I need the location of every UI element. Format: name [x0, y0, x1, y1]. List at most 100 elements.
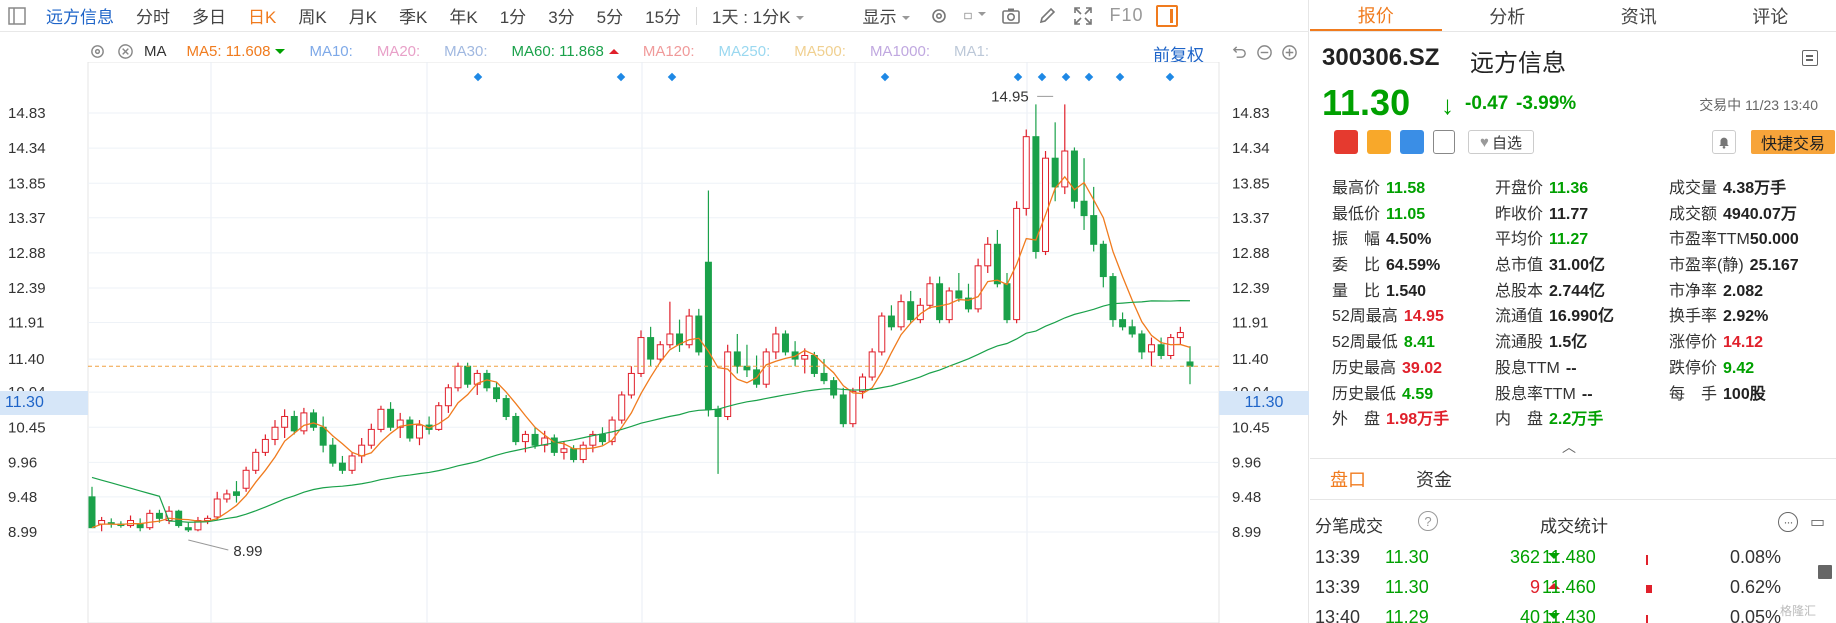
ma-close-icon[interactable]	[116, 42, 134, 60]
candle-body[interactable]	[907, 301, 915, 321]
candle-body[interactable]	[502, 398, 510, 417]
sidebar-toggle-icon[interactable]	[1155, 4, 1178, 27]
period-tab[interactable]: 分时	[125, 3, 181, 28]
candle-body[interactable]	[136, 523, 144, 529]
candle-body[interactable]	[213, 498, 221, 518]
candle-body[interactable]	[454, 365, 462, 389]
candle-body[interactable]	[772, 333, 780, 353]
candle-body[interactable]	[512, 415, 520, 443]
candle-body[interactable]	[406, 419, 414, 439]
ma-label[interactable]: MA	[144, 43, 167, 60]
candle-body[interactable]	[300, 412, 308, 432]
tag-icon[interactable]	[1400, 130, 1424, 154]
candle-body[interactable]	[1042, 157, 1050, 252]
display-dropdown[interactable]: 显示	[851, 3, 921, 28]
kline-chart[interactable]: 14.83 14.83 14.34 14.34 13.85 13.85 13.37 13.37…	[0, 62, 1309, 623]
candle-body[interactable]	[637, 337, 645, 374]
candle-body[interactable]	[830, 380, 838, 396]
candle-body[interactable]	[984, 243, 992, 267]
period-tab[interactable]: 5分	[586, 3, 634, 28]
notes-icon[interactable]	[1433, 130, 1455, 154]
candle-body[interactable]	[232, 491, 240, 496]
candle-body[interactable]	[261, 438, 269, 453]
candle-body[interactable]	[348, 455, 356, 471]
f10-button[interactable]: F10	[1109, 5, 1143, 26]
flash-news-icon[interactable]	[1367, 130, 1391, 154]
period-tab[interactable]: 1分	[489, 3, 537, 28]
candle-body[interactable]	[618, 394, 626, 421]
candle-body[interactable]	[1051, 157, 1059, 188]
period-tab[interactable]: 月K	[338, 3, 388, 28]
candle-body[interactable]	[849, 390, 857, 425]
quote-tab[interactable]: 资讯	[1573, 0, 1705, 31]
period-tab[interactable]: 年K	[438, 3, 488, 28]
period-tab[interactable]: 15分	[634, 3, 692, 28]
candle-body[interactable]	[155, 512, 163, 519]
candle-body[interactable]	[868, 351, 876, 378]
china-flag-icon[interactable]	[1334, 130, 1358, 154]
zoom-in-icon[interactable]	[1278, 41, 1300, 63]
zoom-out-icon[interactable]	[1253, 41, 1275, 63]
candle-body[interactable]	[560, 448, 568, 453]
candle-body[interactable]	[521, 433, 529, 443]
candle-body[interactable]	[820, 372, 828, 382]
candle-body[interactable]	[290, 415, 298, 432]
detail-tab[interactable]: 盘口	[1310, 466, 1366, 492]
ma-item[interactable]: MA1:	[954, 43, 989, 60]
settings-icon[interactable]	[928, 5, 950, 27]
quick-trade-button[interactable]: 快捷交易	[1751, 130, 1835, 154]
candle-body[interactable]	[146, 512, 154, 529]
candle-body[interactable]	[926, 283, 934, 306]
candle-body[interactable]	[666, 333, 674, 346]
candle-body[interactable]	[1167, 337, 1175, 357]
range-dropdown[interactable]: 1天 : 1分K	[701, 3, 815, 28]
candle-body[interactable]	[1090, 215, 1098, 245]
period-tab[interactable]: 季K	[388, 3, 438, 28]
scrollbar-handle[interactable]	[1818, 565, 1832, 579]
candle-body[interactable]	[1128, 326, 1136, 335]
candle-body[interactable]	[704, 261, 712, 410]
candle-body[interactable]	[974, 265, 982, 310]
fullscreen-icon[interactable]	[1072, 5, 1094, 27]
candle-body[interactable]	[627, 372, 635, 396]
candle-body[interactable]	[184, 527, 192, 531]
quote-tab[interactable]: 分析	[1442, 0, 1574, 31]
candle-body[interactable]	[1070, 150, 1078, 202]
candle-body[interactable]	[993, 243, 1001, 285]
ma-item[interactable]: MA500:	[794, 43, 846, 60]
ma-item[interactable]: MA30:	[444, 43, 487, 60]
candle-body[interactable]	[570, 448, 578, 461]
candle-body[interactable]	[319, 426, 327, 446]
candle-body[interactable]	[271, 426, 279, 440]
candle-body[interactable]	[387, 408, 395, 428]
quote-tab[interactable]: 评论	[1705, 0, 1836, 31]
period-tab[interactable]: 周K	[287, 3, 337, 28]
candle-body[interactable]	[733, 351, 741, 367]
candle-body[interactable]	[579, 444, 587, 461]
add-favorite-button[interactable]: ♥ 自选	[1468, 130, 1534, 154]
candle-body[interactable]	[1147, 344, 1155, 353]
candle-body[interactable]	[367, 428, 375, 446]
candle-body[interactable]	[223, 493, 231, 500]
panel-toggle-icon[interactable]	[6, 5, 28, 27]
candle-body[interactable]	[464, 365, 472, 385]
candle-body[interactable]	[695, 315, 703, 353]
candle-body[interactable]	[936, 283, 944, 321]
alert-bell-icon[interactable]	[1712, 130, 1736, 154]
draw-pen-icon[interactable]	[1036, 5, 1058, 27]
candle-body[interactable]	[377, 408, 385, 430]
candle-body[interactable]	[1138, 333, 1146, 353]
candle-body[interactable]	[493, 387, 501, 400]
quote-tab[interactable]: 报价	[1310, 0, 1442, 31]
detail-tab[interactable]: 资金	[1396, 466, 1452, 492]
candle-body[interactable]	[242, 469, 250, 489]
candle-body[interactable]	[598, 433, 606, 443]
candle-body[interactable]	[1061, 150, 1069, 188]
period-tab[interactable]: 3分	[537, 3, 585, 28]
candle-body[interactable]	[878, 315, 886, 353]
ma-item[interactable]: MA60: 11.868	[512, 43, 619, 60]
candle-body[interactable]	[1003, 283, 1011, 321]
collapse-chevron-icon[interactable]: ︿	[1562, 437, 1576, 457]
ma-item[interactable]: MA1000:	[870, 43, 930, 60]
ma-item[interactable]: MA5: 11.608	[187, 43, 286, 60]
